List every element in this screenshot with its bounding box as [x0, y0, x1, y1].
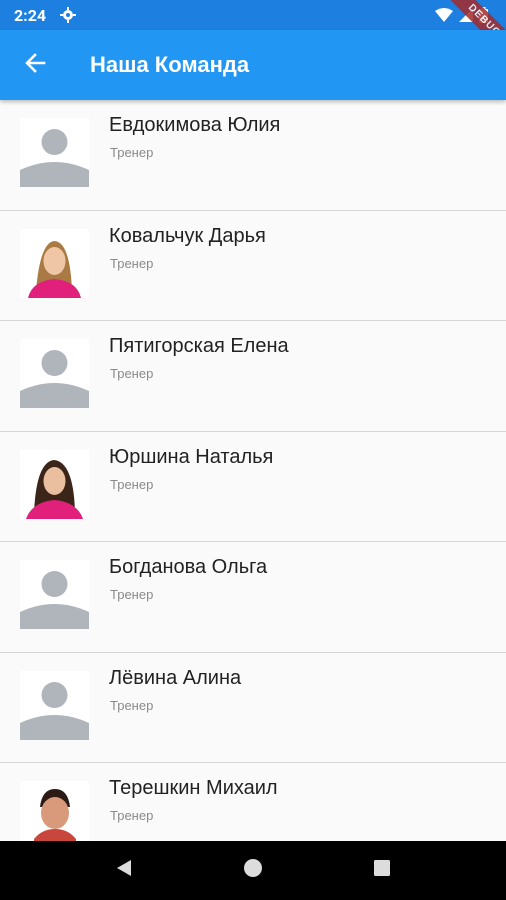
nav-home-button[interactable]: [233, 851, 273, 891]
back-button[interactable]: [0, 30, 70, 100]
avatar-placeholder-icon: [20, 118, 89, 187]
list-item[interactable]: Пятигорская Елена Тренер: [0, 321, 506, 432]
nav-back-button[interactable]: [104, 851, 144, 891]
list-item[interactable]: Ковальчук Дарья Тренер: [0, 211, 506, 321]
list-item[interactable]: Богданова Ольга Тренер: [0, 542, 506, 653]
page-title: Наша Команда: [90, 52, 250, 77]
member-name: Богданова Ольга: [109, 556, 268, 578]
wifi-icon: [435, 8, 453, 27]
member-role: Тренер: [110, 808, 154, 823]
list-item[interactable]: Терешкин Михаил Тренер: [0, 763, 506, 841]
member-role: Тренер: [110, 366, 154, 381]
member-name: Ковальчук Дарья: [109, 224, 266, 247]
member-role: Тренер: [110, 476, 154, 492]
member-name: Пятигорская Елена: [109, 335, 289, 357]
square-recents-icon: [373, 859, 391, 882]
arrow-back-icon: [24, 52, 46, 79]
list-item[interactable]: Евдокимова Юлия Тренер: [0, 100, 506, 211]
avatar-placeholder-icon: [20, 560, 89, 629]
member-photo-icon: [20, 449, 89, 519]
status-bar: 2:24 DEBUG: [0, 0, 506, 63]
circle-home-icon: [243, 858, 263, 883]
member-photo-icon: [20, 228, 89, 298]
triangle-back-icon: [114, 858, 134, 883]
app-bar: Наша Команда: [0, 30, 506, 100]
nav-recents-button[interactable]: [362, 851, 402, 891]
member-name: Терешкин Михаил: [109, 777, 278, 799]
system-navigation-bar: [0, 841, 506, 900]
member-name: Юршина Наталья: [109, 445, 274, 468]
member-name: Евдокимова Юлия: [109, 114, 281, 136]
member-name: Лёвина Алина: [109, 666, 242, 689]
list-item[interactable]: Лёвина Алина Тренер: [0, 653, 506, 763]
member-photo-icon: [20, 781, 89, 841]
member-role: Тренер: [110, 697, 154, 713]
member-role: Тренер: [110, 255, 154, 271]
status-time: 2:24: [14, 5, 47, 25]
team-list[interactable]: Евдокимова Юлия Тренер Ковальчук Дарья Т…: [0, 100, 506, 841]
member-role: Тренер: [110, 145, 154, 160]
member-role: Тренер: [110, 587, 154, 602]
avatar-placeholder-icon: [20, 670, 89, 740]
settings-gear-icon: [60, 7, 77, 23]
avatar-placeholder-icon: [20, 339, 89, 408]
list-item[interactable]: Юршина Наталья Тренер: [0, 432, 506, 542]
